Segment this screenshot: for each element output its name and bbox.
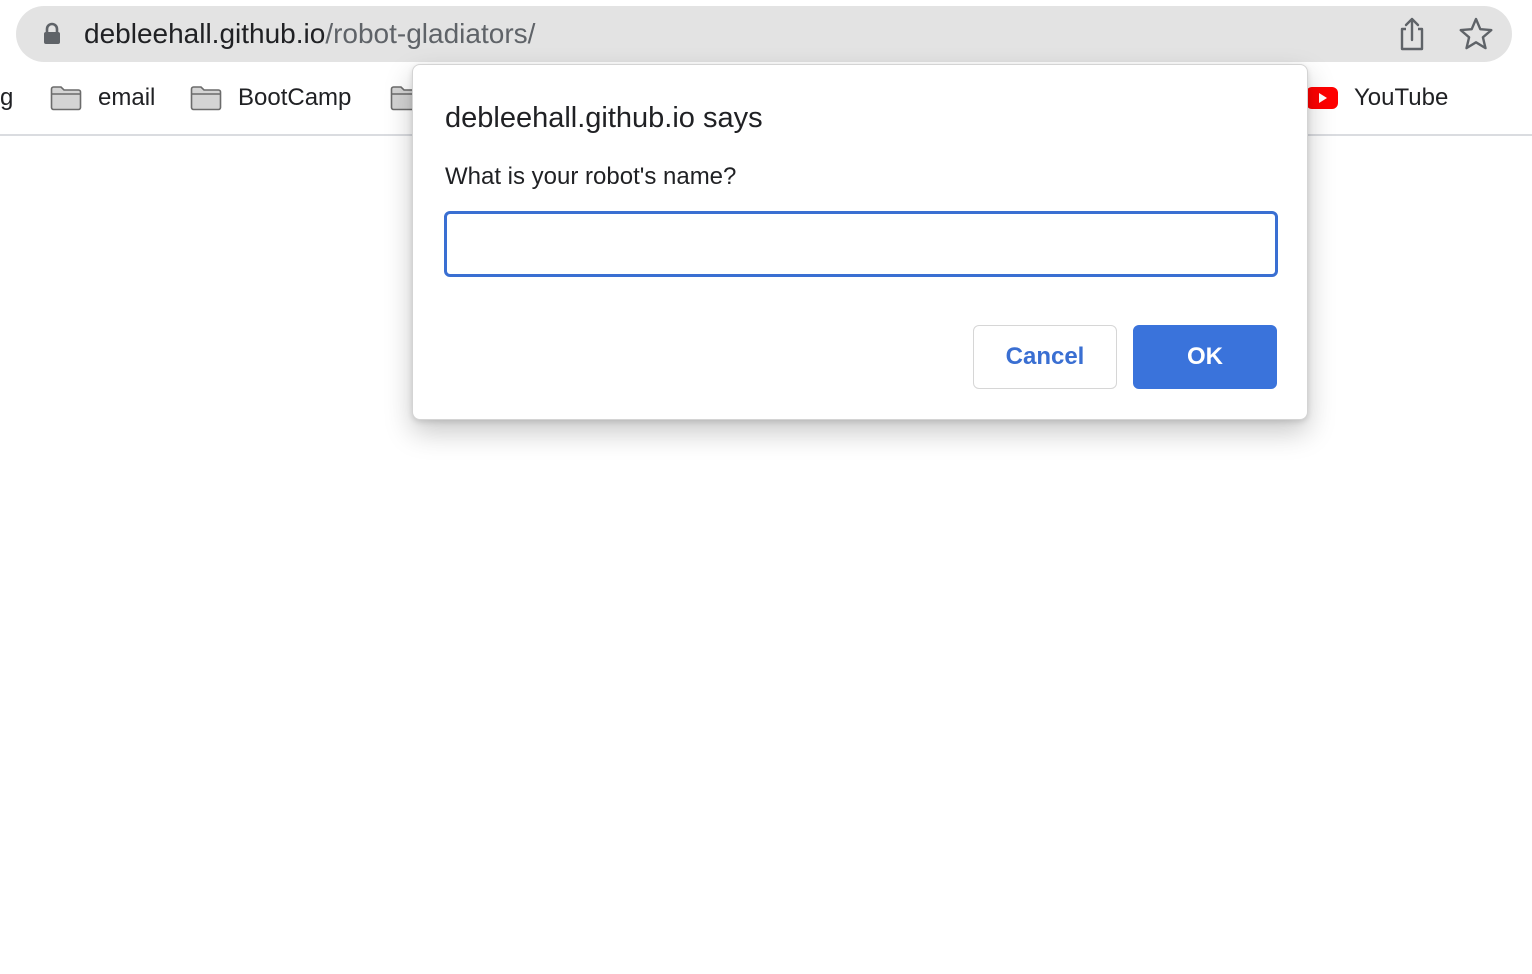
star-icon[interactable] [1458,17,1494,51]
bookmark-label: BootCamp [238,84,352,111]
url-text[interactable]: debleehall.github.io/robot-gladiators/ [84,14,535,54]
folder-icon [190,86,222,111]
ok-button[interactable]: OK [1133,325,1277,389]
bookmark-label: YouTube [1354,84,1449,111]
url-path: /robot-gladiators/ [325,18,536,49]
lock-icon[interactable] [42,22,62,46]
robot-name-input[interactable] [444,211,1278,277]
bookmark-folder-bootcamp[interactable]: BootCamp [190,78,351,118]
share-icon[interactable] [1396,16,1428,52]
bookmark-label: email [98,84,156,111]
cancel-button[interactable]: Cancel [973,325,1117,389]
bookmark-folder-email[interactable]: email [50,78,155,118]
bookmark-youtube[interactable]: YouTube [1306,78,1448,118]
url-host: debleehall.github.io [84,18,326,49]
dialog-title: debleehall.github.io says [445,102,763,134]
bookmark-label: g [0,84,14,111]
dialog-message: What is your robot's name? [445,163,737,190]
folder-icon [50,86,82,111]
youtube-icon [1306,87,1338,109]
bookmark-item[interactable]: g [0,78,13,118]
prompt-dialog: debleehall.github.io says What is your r… [412,64,1308,420]
